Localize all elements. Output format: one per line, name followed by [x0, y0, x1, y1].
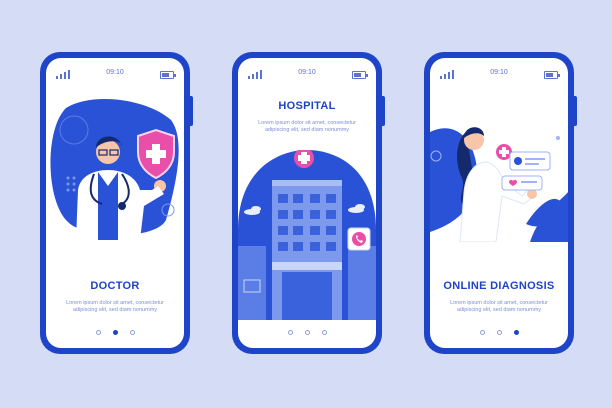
phone-doctor: 09:10 DOCTOR Lorem ipsum dolor sit amet, [40, 52, 193, 354]
screen-doctor: 09:10 DOCTOR Lorem ipsum dolor sit amet, [46, 58, 184, 348]
screen-description: Lorem ipsum dolor sit amet, consectetur … [66, 300, 164, 313]
page-dot[interactable] [479, 330, 485, 335]
status-bar: 09:10 [430, 69, 568, 81]
screen-description: Lorem ipsum dolor sit amet, consectetur … [450, 300, 548, 313]
battery-icon [352, 71, 368, 79]
screen-title: HOSPITAL [278, 100, 336, 112]
screen-description: Lorem ipsum dolor sit amet, consectetur … [258, 120, 356, 133]
pagination-dots [46, 322, 184, 340]
page-dot[interactable] [321, 330, 327, 335]
pagination-dots [430, 322, 568, 340]
page-dot[interactable] [287, 330, 293, 335]
doctor-shield-icon [50, 98, 179, 240]
phone-hospital: 09:10 HOSPITAL Lorem ipsum dolor sit ame… [232, 52, 385, 354]
screen-online-diagnosis: 09:10 ONLINE DIAGNOSIS Lorem ipsum dolor… [430, 58, 568, 348]
page-dot[interactable] [496, 330, 502, 335]
page-dot[interactable] [129, 330, 135, 335]
screen-hospital: 09:10 HOSPITAL Lorem ipsum dolor sit ame… [238, 58, 376, 348]
page-dot-active[interactable] [112, 330, 118, 335]
page-dot[interactable] [304, 330, 310, 335]
page-dot[interactable] [95, 330, 101, 335]
status-bar: 09:10 [46, 69, 184, 81]
phone-online-diagnosis: 09:10 ONLINE DIAGNOSIS Lorem ipsum dolor… [424, 52, 577, 354]
hospital-building-icon [238, 150, 376, 320]
online-diagnosis-icon [430, 127, 568, 242]
status-bar: 09:10 [238, 69, 376, 81]
page-dot-active[interactable] [513, 330, 519, 335]
screen-title: ONLINE DIAGNOSIS [443, 280, 555, 292]
pagination-dots [238, 322, 376, 340]
screen-title: DOCTOR [90, 280, 140, 292]
battery-icon [160, 71, 176, 79]
battery-icon [544, 71, 560, 79]
